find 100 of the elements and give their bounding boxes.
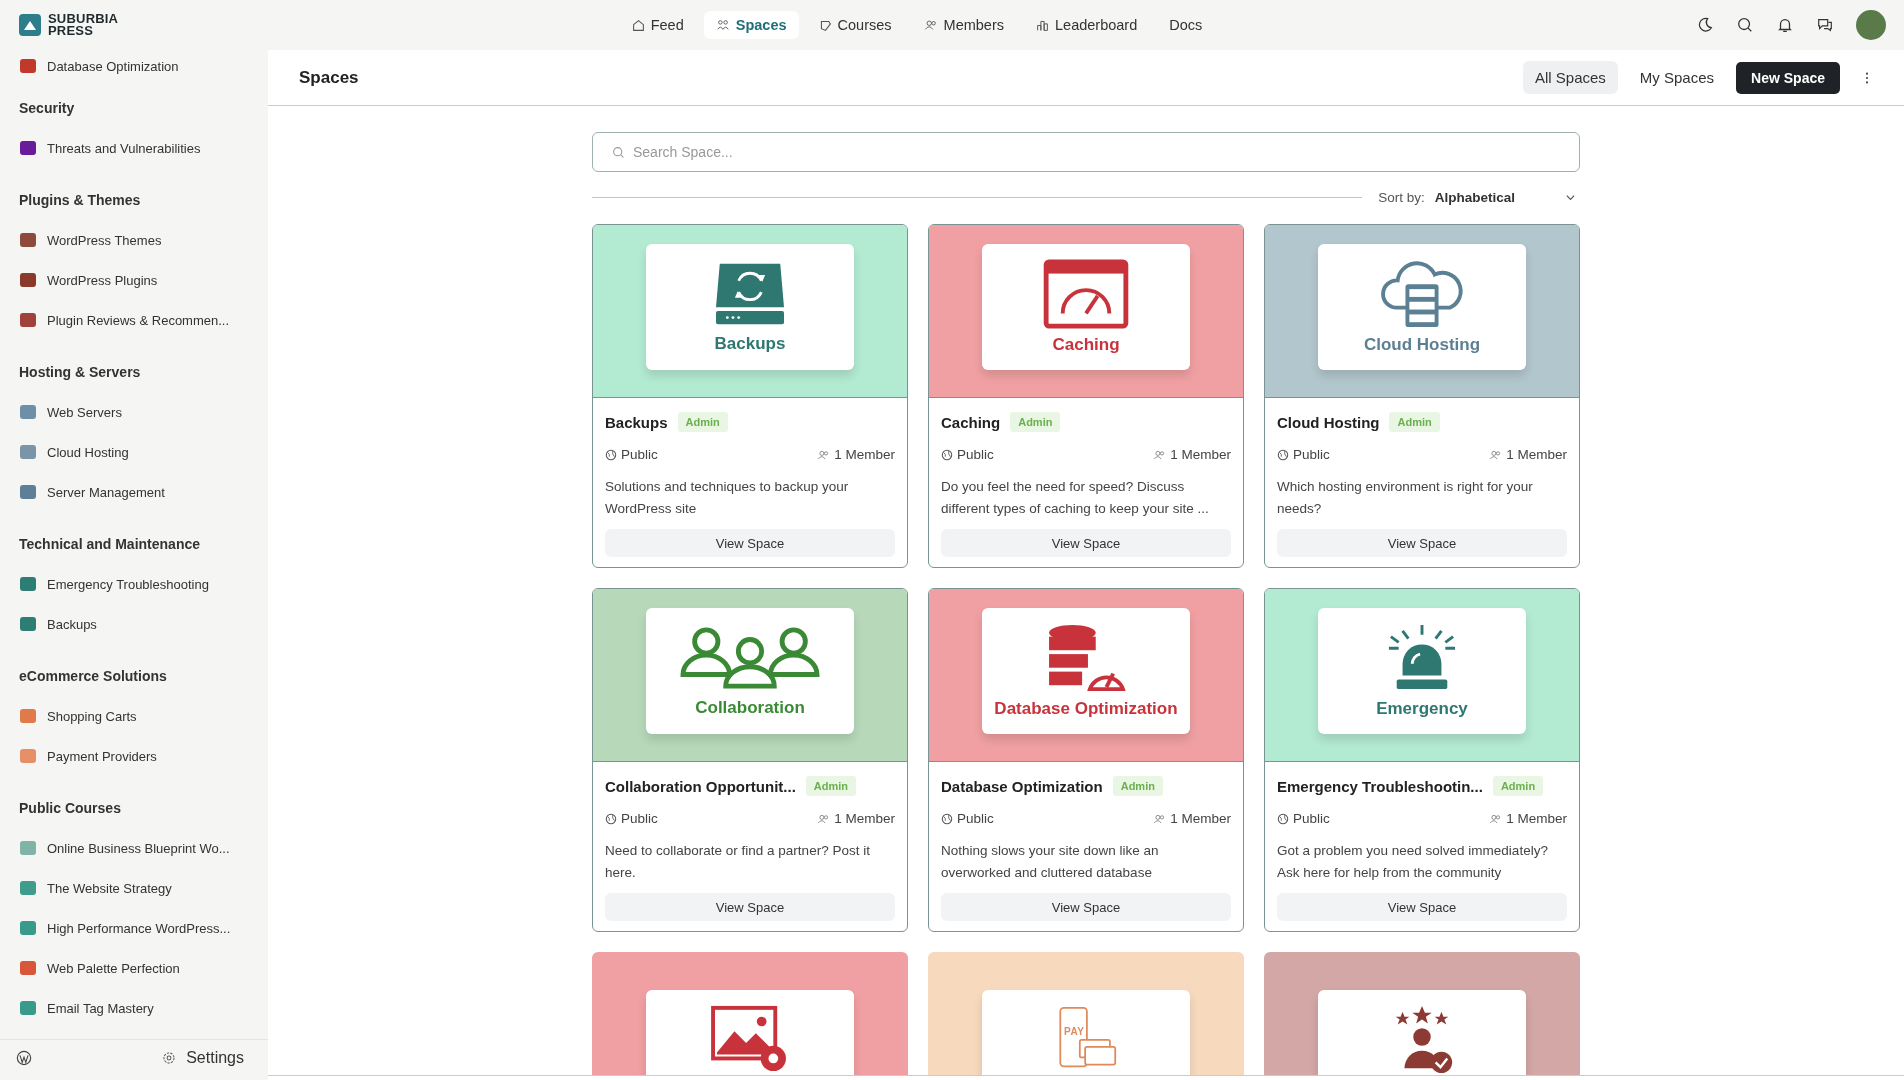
filter-tab[interactable]: All Spaces: [1523, 61, 1618, 94]
privacy-label: Public: [605, 447, 658, 462]
more-options-icon[interactable]: [1864, 70, 1870, 85]
space-card[interactable]: Emergency Emergency Troubleshootin... Admin Public 1 Member Got a problem you need solved immediately? Ask here for help from the community View Space: [1264, 588, 1580, 932]
sidebar-section-title: Plugins & Themes: [19, 192, 142, 208]
sidebar-section-title: Hosting & Servers: [19, 364, 142, 380]
member-count: 1 Member: [1153, 811, 1231, 826]
space-title: Collaboration Opportunit...: [605, 777, 796, 795]
sidebar-item[interactable]: Server Management: [19, 472, 268, 512]
space-description: Need to collaborate or find a partner? Post it here.: [605, 842, 871, 882]
filter-tab[interactable]: My Spaces: [1627, 61, 1727, 94]
sidebar-section-title: eCommerce Solutions: [19, 668, 168, 684]
settings-button[interactable]: Settings: [156, 1048, 250, 1068]
sidebar-item[interactable]: The Website Strategy: [19, 868, 268, 908]
space-title: Emergency Troubleshootin...: [1277, 777, 1483, 795]
cloud-server-icon: [1378, 259, 1466, 329]
privacy-label: Public: [941, 811, 994, 826]
member-count: 1 Member: [817, 447, 895, 462]
view-space-button[interactable]: View Space: [1277, 893, 1567, 921]
sidebar-item[interactable]: Emergency Troubleshooting: [19, 564, 268, 604]
space-title: Backups: [605, 413, 668, 431]
people-icon: [715, 18, 730, 32]
users-icon: [1153, 448, 1167, 461]
page-title: Spaces: [299, 67, 359, 88]
banner-label: Backups: [714, 334, 786, 354]
privacy-label: Public: [605, 811, 658, 826]
nav-tab[interactable]: Feed: [619, 11, 696, 39]
banner-label: Collaboration: [695, 698, 805, 718]
space-description: Solutions and techniques to backup your WordPress site: [605, 478, 850, 518]
role-badge: Admin: [677, 412, 728, 432]
sidebar-item[interactable]: WordPress Themes: [19, 220, 268, 260]
space-card[interactable]: Collaboration Collaboration Opportunit... Admin Public 1 Member Need to collaborate or find a partner? Post it here. View Space: [592, 588, 908, 932]
role-badge: Admin: [805, 776, 857, 796]
sidebar-item[interactable]: Shopping Carts: [19, 696, 268, 736]
sort-label: Sort by:: [1378, 189, 1425, 205]
phone-payment-drawing: PAY: [1055, 1004, 1117, 1072]
dark-mode-icon[interactable]: [1696, 16, 1714, 34]
users-icon: [817, 812, 831, 825]
view-space-button[interactable]: View Space: [605, 893, 895, 921]
sort-dropdown[interactable]: Alphabetical: [1434, 189, 1580, 205]
users-icon: [817, 448, 831, 461]
banner-label: Caching: [1052, 335, 1120, 355]
nav-tab[interactable]: Members: [911, 11, 1016, 39]
sidebar-item[interactable]: Plugin Reviews & Recommen...: [19, 300, 268, 340]
chat-icon[interactable]: [1816, 16, 1834, 34]
space-title: Caching: [941, 413, 1001, 431]
view-space-button[interactable]: View Space: [605, 529, 895, 557]
space-card[interactable]: Cloud Hosting Cloud Hosting Admin Public 1 Member Which hosting environment is right for your needs? View Space: [1264, 224, 1580, 568]
view-space-button[interactable]: View Space: [1277, 529, 1567, 557]
sidebar-item[interactable]: WordPress Plugins: [19, 260, 268, 300]
sidebar-item[interactable]: Backups: [19, 604, 268, 644]
sidebar-section-title: Technical and Maintenance: [19, 536, 201, 552]
space-card[interactable]: Backups Backups Admin Public 1 Member Solutions and techniques to backup your WordPress site View Space: [592, 224, 908, 568]
sidebar-item[interactable]: Web Servers: [19, 392, 268, 432]
search-field[interactable]: Search Space...: [592, 132, 1580, 172]
space-card[interactable]: Caching Caching Admin Public 1 Member Do you feel the need for speed? Discuss different types of caching to keep your site ... View Space: [928, 224, 1244, 568]
new-space-button[interactable]: New Space: [1736, 61, 1840, 94]
nav-tab[interactable]: Leaderboard: [1024, 11, 1150, 39]
space-title: Cloud Hosting: [1277, 413, 1380, 431]
banner-label: Emergency: [1376, 699, 1468, 719]
sidebar-item[interactable]: Cloud Hosting: [19, 432, 268, 472]
sidebar-item[interactable]: Threats and Vulnerabilities: [19, 128, 268, 168]
space-description: Got a problem you need solved immediately? Ask here for help from the community: [1277, 842, 1549, 882]
globe-icon: [1277, 812, 1289, 825]
space-card[interactable]: Database Optimization Database Optimization Admin Public 1 Member Nothing slows your site down like an overworked and cluttered database View Space: [928, 588, 1244, 932]
globe-icon: [941, 448, 953, 461]
nav-tab[interactable]: Courses: [806, 11, 904, 39]
nav-tab[interactable]: Docs: [1157, 11, 1215, 39]
users-icon: [1489, 448, 1503, 461]
member-count: 1 Member: [1489, 811, 1567, 826]
space-title: Database Optimization: [941, 777, 1103, 795]
view-space-button[interactable]: View Space: [941, 529, 1231, 557]
member-count: 1 Member: [817, 811, 895, 826]
privacy-label: Public: [1277, 447, 1330, 462]
member-count: 1 Member: [1153, 447, 1231, 462]
member-count: 1 Member: [1489, 447, 1567, 462]
banner-label: Database Optimization: [994, 699, 1178, 719]
sidebar-item[interactable]: Web Palette Perfection: [19, 948, 268, 988]
sidebar-item[interactable]: Payment Providers: [19, 736, 268, 776]
bar-chart-icon: [1036, 18, 1049, 32]
globe-icon: [1277, 448, 1289, 461]
logo-icon[interactable]: [18, 13, 42, 37]
sidebar-item[interactable]: Online Business Blueprint Wo...: [19, 828, 268, 868]
home-icon: [631, 18, 645, 32]
space-description: Which hosting environment is right for your needs?: [1277, 478, 1534, 518]
sidebar-section-title: Security: [19, 100, 76, 116]
search-icon[interactable]: [1736, 16, 1754, 34]
globe-icon: [605, 448, 617, 461]
settings-icon: [162, 1051, 177, 1065]
wordpress-icon[interactable]: [16, 1050, 32, 1066]
sidebar-item[interactable]: High Performance WordPress...: [19, 908, 268, 948]
sidebar-item[interactable]: Database Optimization: [19, 56, 268, 76]
view-space-button[interactable]: View Space: [941, 893, 1231, 921]
nav-tab[interactable]: Spaces: [703, 11, 799, 39]
privacy-label: Public: [941, 447, 994, 462]
avatar[interactable]: [1856, 10, 1886, 40]
notification-bell-icon[interactable]: [1776, 16, 1794, 34]
sidebar-item[interactable]: Email Tag Mastery: [19, 988, 268, 1028]
brand-name[interactable]: SUBURBIA PRESS: [48, 13, 119, 37]
space-description: Do you feel the need for speed? Discuss different types of caching to keep your site ...: [941, 478, 1210, 518]
